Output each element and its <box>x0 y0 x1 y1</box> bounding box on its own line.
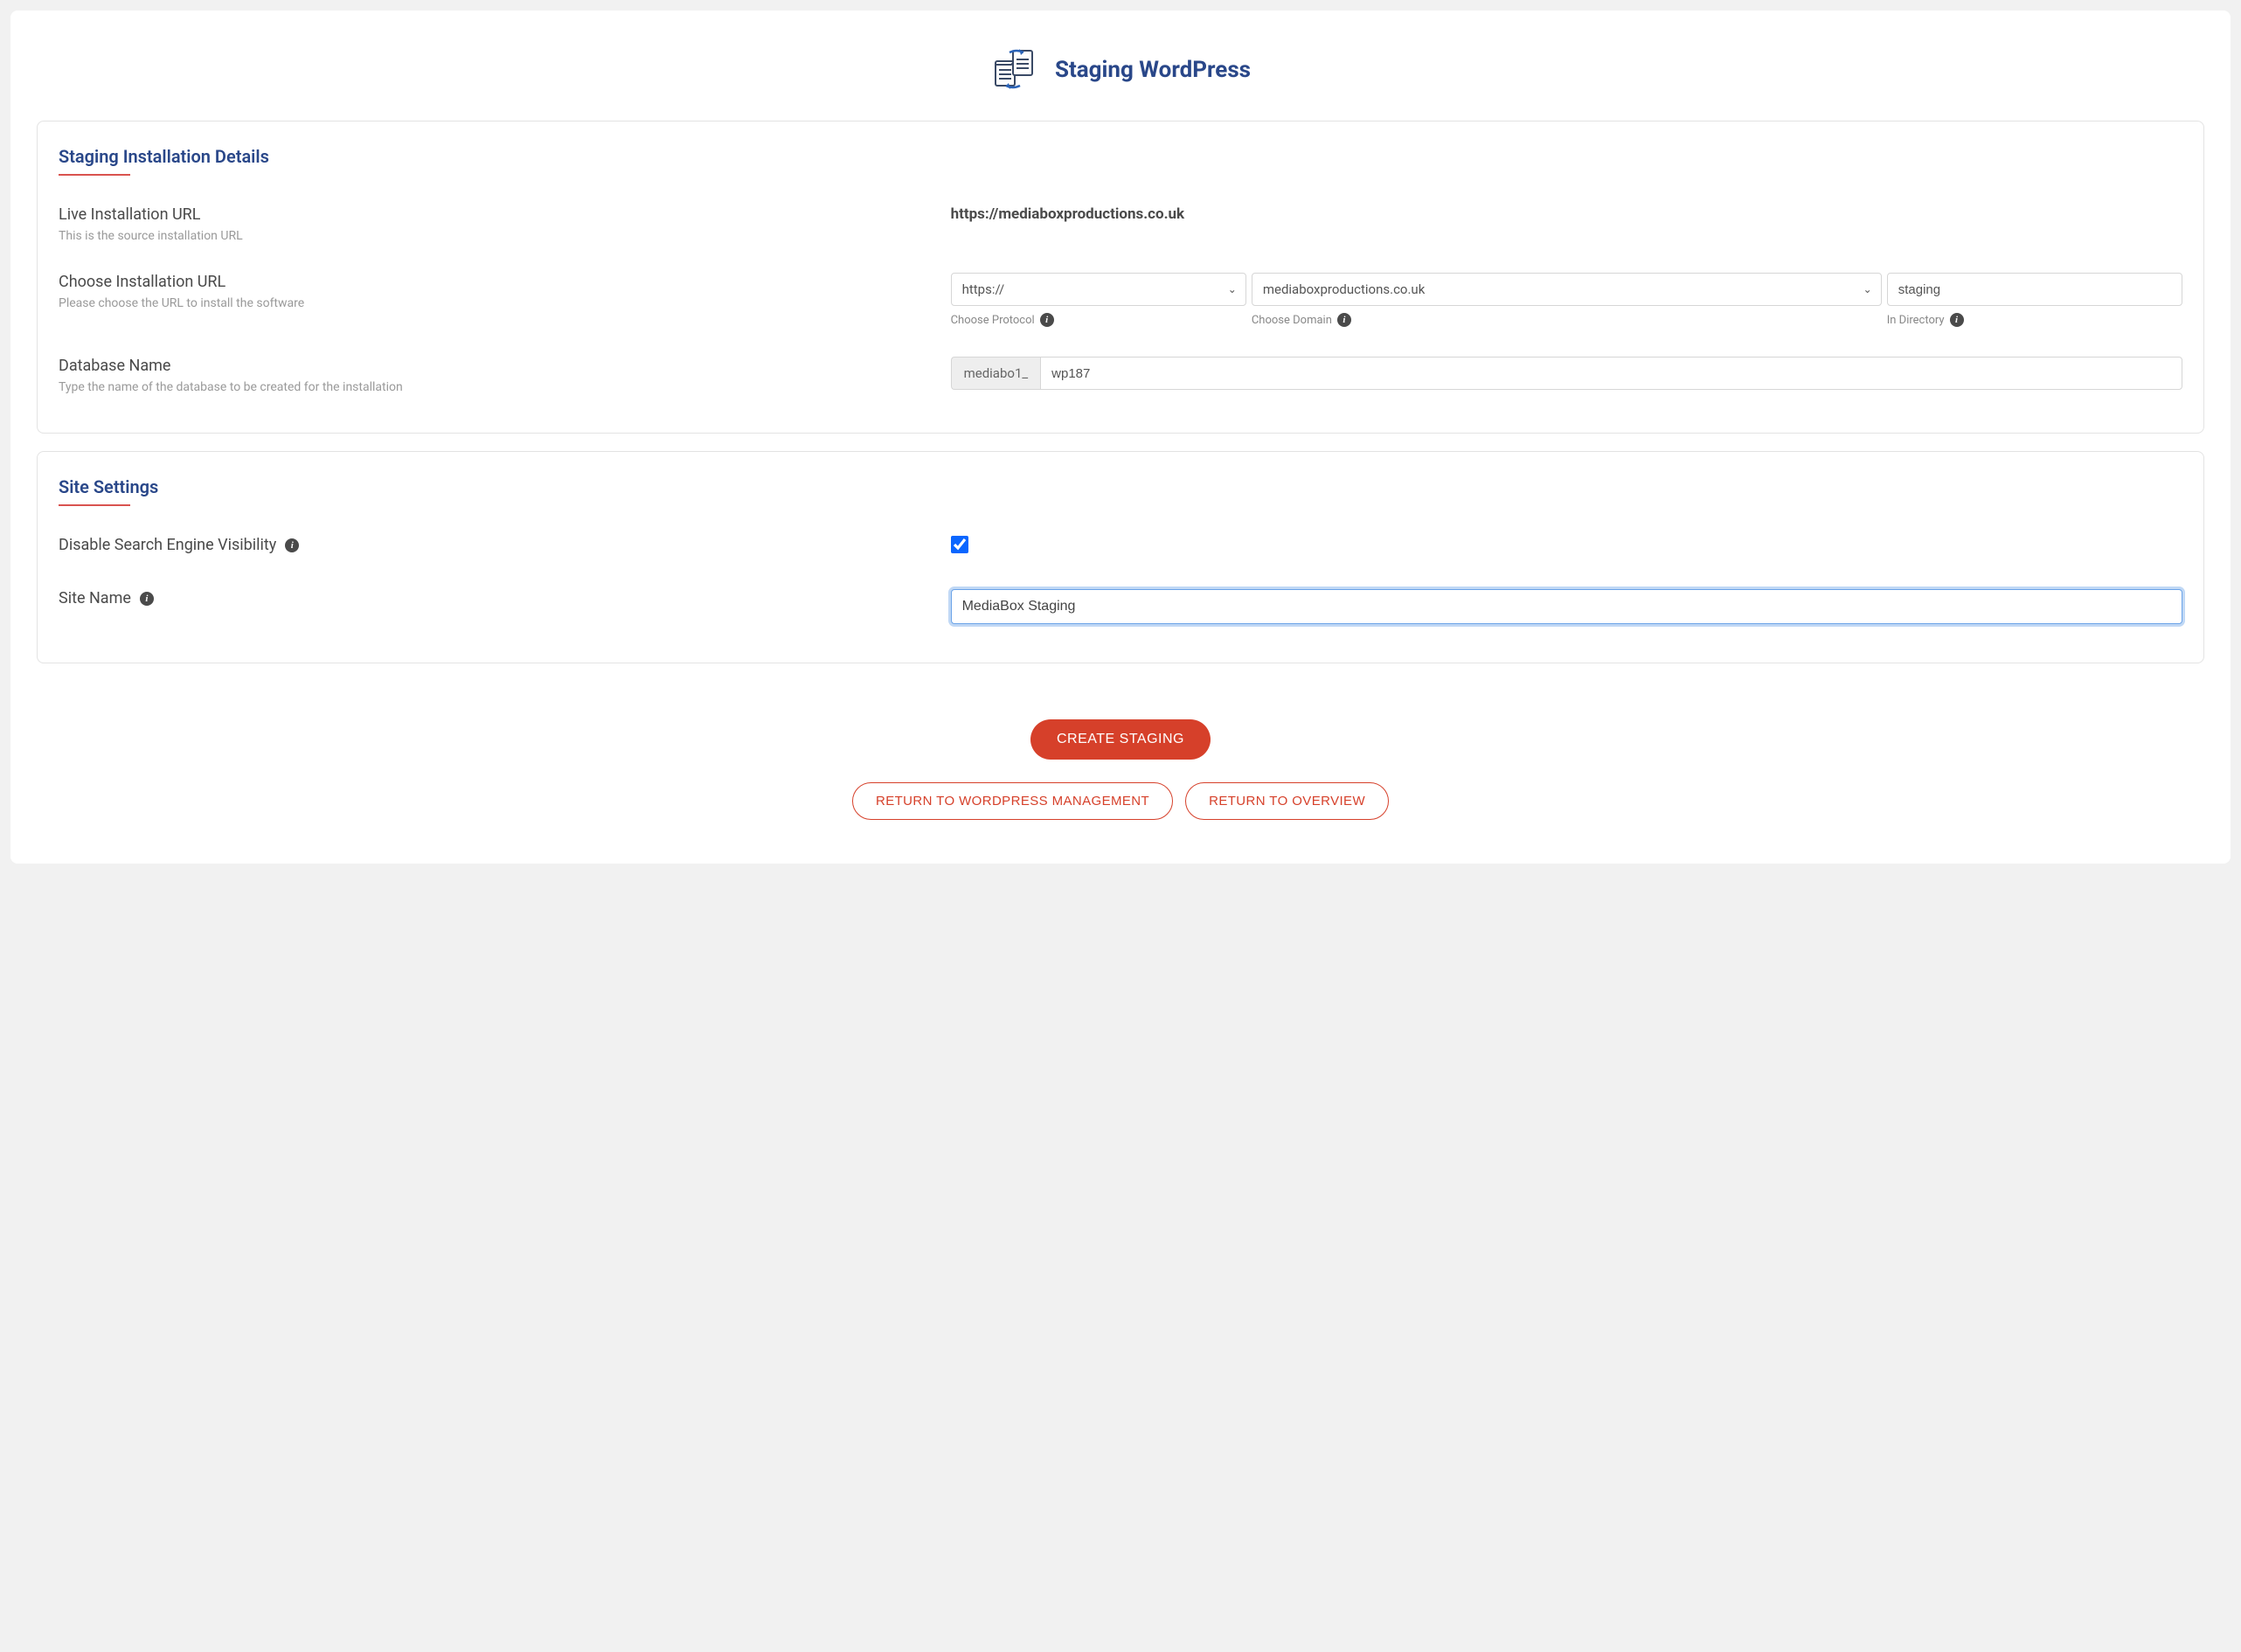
live-url-value: https://mediaboxproductions.co.uk <box>951 205 2182 223</box>
actions-container: CREATE STAGING RETURN TO WORDPRESS MANAG… <box>37 719 2204 820</box>
db-name-label: Database Name <box>59 357 933 375</box>
protocol-select[interactable]: https:// ⌄ <box>951 273 1246 306</box>
directory-sublabel: In Directory <box>1887 314 1945 327</box>
db-name-row: Database Name Type the name of the datab… <box>59 357 2182 394</box>
page-container: Staging WordPress Staging Installation D… <box>10 10 2231 864</box>
db-name-input[interactable] <box>1040 357 2182 390</box>
domain-sublabel: Choose Domain <box>1252 314 1332 327</box>
disable-seo-label: Disable Search Engine Visibility <box>59 536 276 554</box>
directory-input[interactable] <box>1887 273 2182 306</box>
chevron-down-icon: ⌄ <box>1863 283 1872 295</box>
info-icon[interactable]: i <box>285 538 299 552</box>
db-name-help: Type the name of the database to be crea… <box>59 380 933 394</box>
db-prefix: mediabo1_ <box>951 357 1041 390</box>
site-settings-panel: Site Settings Disable Search Engine Visi… <box>37 451 2204 663</box>
info-icon[interactable]: i <box>1337 313 1351 327</box>
disable-seo-checkbox[interactable] <box>951 536 968 553</box>
live-url-help: This is the source installation URL <box>59 229 933 243</box>
page-header: Staging WordPress <box>37 45 2204 94</box>
info-icon[interactable]: i <box>1040 313 1054 327</box>
return-wp-management-button[interactable]: RETURN TO WORDPRESS MANAGEMENT <box>852 782 1173 820</box>
domain-select[interactable]: mediaboxproductions.co.uk ⌄ <box>1252 273 1882 306</box>
site-name-input[interactable] <box>951 589 2182 624</box>
protocol-value: https:// <box>962 281 1005 297</box>
site-name-row: Site Name i <box>59 589 2182 624</box>
info-icon[interactable]: i <box>1950 313 1964 327</box>
chevron-down-icon: ⌄ <box>1228 283 1237 295</box>
domain-value: mediaboxproductions.co.uk <box>1263 281 1425 297</box>
staging-details-panel: Staging Installation Details Live Instal… <box>37 121 2204 434</box>
panel-underline <box>59 174 130 176</box>
create-staging-button[interactable]: CREATE STAGING <box>1030 719 1211 760</box>
disable-seo-row: Disable Search Engine Visibility i <box>59 536 2182 559</box>
panel-title-site-settings: Site Settings <box>59 476 2182 497</box>
site-name-label: Site Name <box>59 589 131 607</box>
panel-underline <box>59 504 130 506</box>
live-url-label: Live Installation URL <box>59 205 933 224</box>
live-url-row: Live Installation URL This is the source… <box>59 205 2182 243</box>
protocol-sublabel: Choose Protocol <box>951 314 1035 327</box>
return-overview-button[interactable]: RETURN TO OVERVIEW <box>1185 782 1389 820</box>
info-icon[interactable]: i <box>140 592 154 606</box>
choose-url-row: Choose Installation URL Please choose th… <box>59 273 2182 327</box>
page-title: Staging WordPress <box>1055 57 1251 83</box>
choose-url-label: Choose Installation URL <box>59 273 933 291</box>
panel-title-staging: Staging Installation Details <box>59 146 2182 167</box>
choose-url-help: Please choose the URL to install the sof… <box>59 296 933 310</box>
staging-icon <box>990 45 1039 94</box>
